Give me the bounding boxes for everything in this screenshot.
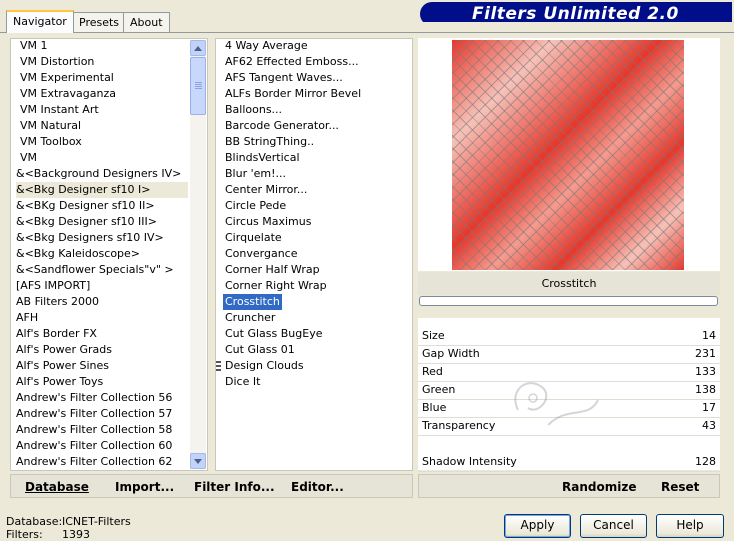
filter-item[interactable]: Cut Glass 01 (223, 342, 297, 358)
filter-item[interactable]: AFS Tangent Waves... (223, 70, 345, 86)
tab-about[interactable]: About (123, 12, 170, 32)
category-item[interactable]: &<Sandflower Specials"v" > (16, 262, 188, 278)
preview-image (452, 40, 684, 270)
filter-item[interactable]: 4 Way Average (223, 38, 310, 54)
category-item[interactable]: Andrew's Filter Collection 56 (16, 390, 188, 406)
category-item[interactable]: &<BKg Designer sf10 II> (16, 198, 188, 214)
filter-item[interactable]: Convergance (223, 246, 300, 262)
filter-item[interactable]: Balloons... (223, 102, 284, 118)
filter-item[interactable]: Corner Half Wrap (223, 262, 322, 278)
list-toolbar: Database Import... Filter Info... Editor… (10, 474, 413, 498)
tab-presets[interactable]: Presets (72, 12, 127, 32)
category-item[interactable]: Andrew's Filter Collection 62 (16, 454, 188, 470)
filter-item[interactable]: Crosstitch (223, 294, 282, 310)
database-value: ICNET-Filters (62, 515, 131, 528)
filter-item[interactable]: Blur 'em!... (223, 166, 288, 182)
filter-item[interactable]: Center Mirror... (223, 182, 309, 198)
database-button[interactable]: Database (25, 480, 89, 494)
param-label: Size (422, 329, 445, 342)
category-item[interactable]: VM Distortion (16, 54, 188, 70)
param-value: 231 (695, 347, 716, 360)
param-value: 14 (702, 329, 716, 342)
filter-item[interactable]: Circus Maximus (223, 214, 313, 230)
filters-label: Filters: (6, 528, 43, 541)
help-button[interactable]: Help (656, 514, 724, 538)
param-label: Green (422, 383, 456, 396)
param-value: 138 (695, 383, 716, 396)
category-item[interactable]: VM Instant Art (16, 102, 188, 118)
param-row[interactable]: Shadow Intensity 128 (418, 453, 720, 471)
category-item[interactable]: AFH (16, 310, 188, 326)
category-item[interactable]: VM Experimental (16, 70, 188, 86)
filter-item[interactable]: Cirquelate (223, 230, 284, 246)
param-row[interactable]: Size 14 (418, 327, 720, 345)
filter-item[interactable]: Dice It (223, 374, 262, 390)
filter-item[interactable]: Cut Glass BugEye (223, 326, 324, 342)
scroll-down-button[interactable] (190, 453, 206, 469)
category-item[interactable]: &<Bkg Kaleidoscope> (16, 246, 188, 262)
param-label: Gap Width (422, 347, 480, 360)
grip-icon (216, 361, 221, 371)
app-title: Filters Unlimited 2.0 (472, 4, 679, 24)
category-scrollbar[interactable] (190, 40, 206, 469)
param-label: Blue (422, 401, 447, 414)
randomize-button[interactable]: Randomize (562, 480, 636, 494)
param-label: Transparency (422, 419, 496, 432)
category-item[interactable]: VM 1 (16, 38, 188, 54)
category-item[interactable]: Alf's Power Grads (16, 342, 188, 358)
preview-filter-name: Crosstitch (418, 272, 720, 295)
category-item[interactable]: Alf's Power Sines (16, 358, 188, 374)
category-item[interactable]: Alf's Power Toys (16, 374, 188, 390)
tab-divider (0, 32, 734, 33)
category-item[interactable]: Andrew's Filter Collection 60 (16, 438, 188, 454)
filter-item[interactable]: Cruncher (223, 310, 277, 326)
filter-item[interactable]: Barcode Generator... (223, 118, 341, 134)
param-value: 133 (695, 365, 716, 378)
category-item[interactable]: Andrew's Filter Collection 57 (16, 406, 188, 422)
category-item[interactable]: &<Bkg Designers sf10 IV> (16, 230, 188, 246)
param-divider (418, 471, 720, 472)
category-item[interactable]: VM Toolbox (16, 134, 188, 150)
param-label: Shadow Intensity (422, 455, 517, 468)
category-item[interactable]: VM (16, 150, 188, 166)
category-item[interactable]: &<Background Designers IV> (16, 166, 188, 182)
reset-button[interactable]: Reset (661, 480, 699, 494)
category-item[interactable]: AB Filters 2000 (16, 294, 188, 310)
category-item[interactable]: Andrew's Filter Collection 58 (16, 422, 188, 438)
cancel-button[interactable]: Cancel (580, 514, 647, 538)
chevron-up-icon (194, 46, 202, 51)
param-value: 43 (702, 419, 716, 432)
tab-navigator[interactable]: Navigator (6, 10, 74, 33)
param-value: 128 (695, 455, 716, 468)
filter-item[interactable]: BB StringThing.. (223, 134, 316, 150)
scroll-thumb[interactable] (190, 57, 206, 115)
category-item[interactable]: VM Natural (16, 118, 188, 134)
category-item[interactable]: [AFS IMPORT] (16, 278, 188, 294)
editor-button[interactable]: Editor... (291, 480, 344, 494)
category-item[interactable]: &<Bkg Designer sf10 I> (16, 182, 188, 198)
filter-item[interactable]: BlindsVertical (223, 150, 302, 166)
param-label: Red (422, 365, 443, 378)
filter-item[interactable]: Circle Pede (223, 198, 288, 214)
filter-item[interactable]: ALFs Border Mirror Bevel (223, 86, 363, 102)
watermark-logo (514, 382, 599, 426)
param-row[interactable]: Gap Width 231 (418, 345, 720, 363)
filter-item[interactable]: Corner Right Wrap (223, 278, 329, 294)
category-item[interactable]: &<Bkg Designer sf10 III> (16, 214, 188, 230)
category-item[interactable]: Alf's Border FX (16, 326, 188, 342)
import-button[interactable]: Import... (115, 480, 174, 494)
filter-item[interactable]: AF62 Effected Emboss... (223, 54, 361, 70)
filter-item[interactable]: Design Clouds (223, 358, 306, 374)
apply-button[interactable]: Apply (504, 514, 571, 538)
param-toolbar: Randomize Reset (418, 474, 720, 498)
progress-bar (419, 296, 718, 306)
filters-count: 1393 (62, 528, 90, 541)
filter-info-button[interactable]: Filter Info... (194, 480, 275, 494)
scroll-up-button[interactable] (190, 40, 206, 56)
database-label: Database: (6, 515, 63, 528)
category-item[interactable]: VM Extravaganza (16, 86, 188, 102)
chevron-down-icon (194, 459, 202, 464)
param-value: 17 (702, 401, 716, 414)
